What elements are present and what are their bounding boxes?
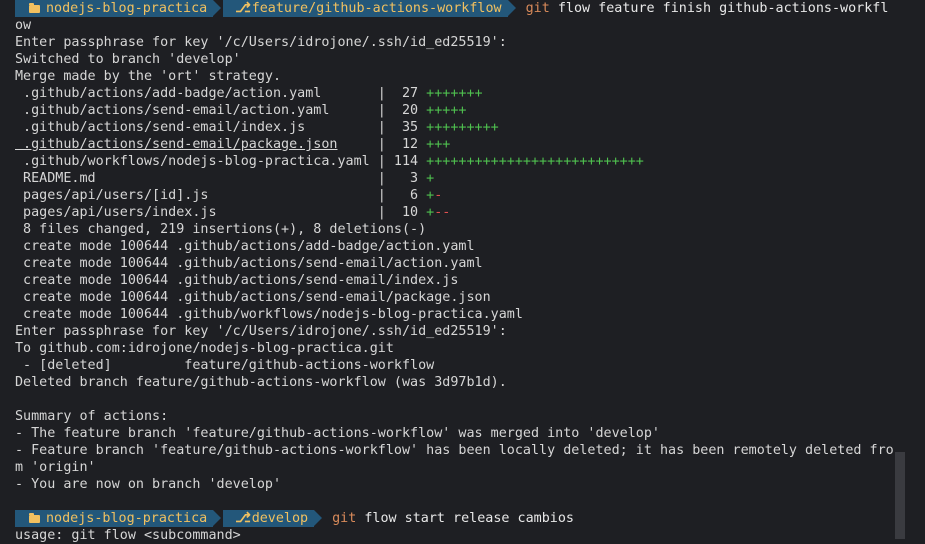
output-line: m 'origin' [15, 460, 96, 475]
output-line: 8 files changed, 219 insertions(+), 8 de… [15, 222, 427, 237]
diffstat-insertions: +++++++ [426, 86, 483, 101]
diffstat-row: README.md | 3 + [15, 170, 890, 187]
prompt-branch-name: develop [251, 511, 309, 526]
diffstat-count: | 3 [377, 171, 427, 186]
folder-icon [29, 512, 40, 523]
diffstat-insertions: +++++++++++++++++++++++++++ [426, 154, 644, 169]
output-line: - The feature branch 'feature/github-act… [15, 426, 660, 441]
output-line: - You are now on branch 'develop' [15, 477, 282, 492]
prompt-line-1: nodejs-blog-practica ⎇ feature/github-ac… [15, 0, 890, 17]
diffstat-deletions: - [434, 188, 443, 203]
output-line: To github.com:idrojone/nodejs-blog-pract… [15, 341, 394, 356]
output-line: usage: git flow <subcommand> [15, 528, 241, 543]
diffstat-file: .github/actions/add-badge/action.yaml [15, 86, 378, 101]
diffstat-count: | 6 [377, 188, 427, 203]
output-line: Enter passphrase for key '/c/Users/idroj… [15, 324, 507, 339]
prompt-folder-segment: nodejs-blog-practica [15, 0, 222, 17]
diffstat-row: pages/api/users/index.js | 10 +-- [15, 204, 890, 221]
output-line: create mode 100644 .github/actions/send-… [15, 256, 483, 271]
output-line: ow [15, 18, 32, 33]
terminal-output[interactable]: nodejs-blog-practica ⎇ feature/github-ac… [15, 0, 894, 544]
diffstat-file: .github/actions/send-email/action.yaml [15, 103, 378, 118]
diffstat-insertions: +++++++++ [426, 120, 499, 135]
prompt-branch-segment: ⎇ develop [223, 510, 323, 527]
diffstat-file: README.md [15, 171, 378, 186]
output-line: Deleted branch feature/github-actions-wo… [15, 375, 507, 390]
scrollbar-thumb[interactable] [895, 452, 905, 539]
command-text: git flow start release cambios [332, 511, 574, 526]
diffstat-file: .github/workflows/nodejs-blog-practica.y… [15, 154, 378, 169]
diffstat-file[interactable]: .github/actions/send-email/package.json [15, 137, 337, 152]
diffstat-count: | 12 [377, 137, 427, 152]
diffstat-count: | 35 [377, 120, 427, 135]
output-line: Summary of actions: [15, 409, 169, 424]
output-line: - Feature branch 'feature/github-actions… [15, 443, 894, 458]
diffstat-row: .github/workflows/nodejs-blog-practica.y… [15, 153, 890, 170]
diffstat-file: pages/api/users/index.js [15, 205, 378, 220]
diffstat-count: | 114 [377, 154, 427, 169]
output-line: Merge made by the 'ort' strategy. [15, 69, 282, 84]
diffstat-count: | 27 [377, 86, 427, 101]
git-branch-icon: ⎇ [235, 1, 251, 16]
output-line: Switched to branch 'develop' [15, 52, 241, 67]
prompt-branch-name: feature/github-actions-workflow [251, 1, 502, 16]
output-line: create mode 100644 .github/actions/send-… [15, 273, 459, 288]
diffstat-row: .github/actions/send-email/package.json … [15, 136, 890, 153]
diffstat-deletions: -- [434, 205, 451, 220]
prompt-line-2: nodejs-blog-practica ⎇ develop git flow … [15, 510, 890, 527]
diffstat-file: .github/actions/send-email/index.js [15, 120, 378, 135]
prompt-branch-segment: ⎇ feature/github-actions-workflow [223, 0, 516, 17]
output-line: create mode 100644 .github/actions/add-b… [15, 239, 475, 254]
diffstat-count: | 10 [377, 205, 427, 220]
folder-icon [29, 2, 40, 13]
diffstat-row: .github/actions/send-email/action.yaml |… [15, 102, 890, 119]
diffstat-row: .github/actions/add-badge/action.yaml | … [15, 85, 890, 102]
output-line: create mode 100644 .github/actions/send-… [15, 290, 491, 305]
diffstat-file: pages/api/users/[id].js [15, 188, 378, 203]
git-branch-icon: ⎇ [235, 511, 251, 526]
diffstat-row: .github/actions/send-email/index.js | 35… [15, 119, 890, 136]
diffstat-row: pages/api/users/[id].js | 6 +- [15, 187, 890, 204]
diffstat-insertions: + [426, 171, 435, 186]
prompt-folder-name: nodejs-blog-practica [46, 511, 208, 526]
output-line: Enter passphrase for key '/c/Users/idroj… [15, 35, 507, 50]
command-text: git flow feature finish github-actions-w… [525, 1, 889, 16]
diffstat-insertions: +++++ [426, 103, 467, 118]
prompt-folder-name: nodejs-blog-practica [46, 1, 208, 16]
output-line: - [deleted] feature/github-actions-workf… [15, 358, 435, 373]
prompt-folder-segment: nodejs-blog-practica [15, 510, 222, 527]
diffstat-insertions: +++ [426, 137, 451, 152]
diffstat-count: | 20 [377, 103, 427, 118]
output-line: create mode 100644 .github/workflows/nod… [15, 307, 523, 322]
